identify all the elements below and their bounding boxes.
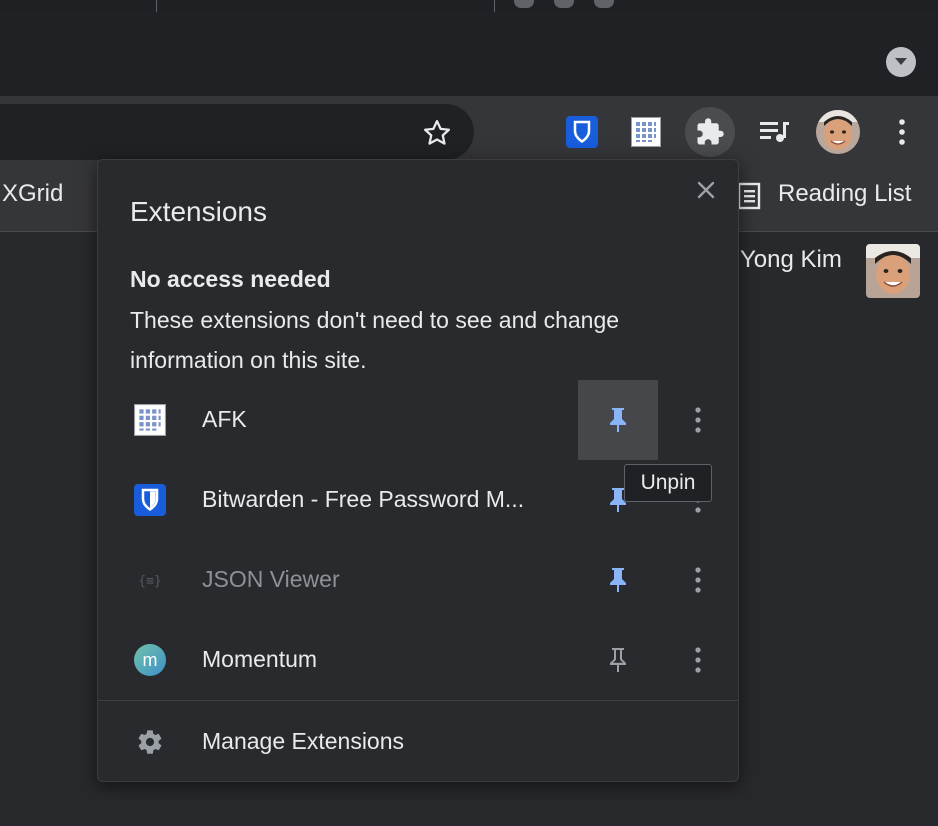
extensions-puzzle-button[interactable] bbox=[685, 107, 735, 157]
afk-toolbar-button[interactable] bbox=[621, 107, 671, 157]
grid-icon bbox=[631, 117, 661, 147]
close-icon bbox=[697, 181, 715, 199]
extension-row-afk[interactable]: AFK bbox=[98, 380, 738, 460]
bitwarden-shield-icon bbox=[134, 484, 166, 516]
media-control-button[interactable] bbox=[749, 107, 799, 157]
puzzle-icon bbox=[697, 118, 724, 145]
tab-search-button[interactable] bbox=[886, 47, 916, 77]
reading-list-button[interactable]: Reading List bbox=[778, 180, 911, 208]
json-braces-icon: {≡} bbox=[134, 564, 166, 596]
chrome-menu-button[interactable] bbox=[877, 107, 927, 157]
avatar bbox=[816, 110, 860, 154]
section-description: These extensions don't need to see and c… bbox=[130, 307, 620, 373]
bookmark-item[interactable]: XGrid bbox=[2, 180, 63, 208]
pin-button[interactable] bbox=[578, 380, 658, 460]
grid-icon bbox=[134, 404, 166, 436]
music-queue-icon bbox=[760, 122, 789, 142]
manage-extensions-label: Manage Extensions bbox=[202, 728, 405, 754]
extension-row-momentum[interactable]: m Momentum bbox=[98, 620, 738, 700]
tab-strip bbox=[0, 0, 938, 12]
section-heading: No access needed bbox=[130, 266, 331, 292]
bookmark-star-button[interactable] bbox=[418, 114, 456, 152]
extension-more-button[interactable] bbox=[678, 400, 718, 440]
extension-name: Momentum bbox=[202, 646, 318, 672]
title-bar bbox=[0, 12, 938, 96]
svg-text:{≡}: {≡} bbox=[138, 574, 161, 589]
window-control[interactable] bbox=[554, 0, 574, 8]
extension-row-json-viewer[interactable]: {≡} JSON Viewer bbox=[98, 540, 738, 620]
chevron-down-icon bbox=[895, 58, 907, 65]
more-vert-icon bbox=[695, 407, 701, 433]
more-vert-icon bbox=[695, 567, 701, 593]
manage-extensions-button[interactable]: Manage Extensions bbox=[98, 702, 738, 780]
extensions-menu-title: Extensions bbox=[130, 196, 267, 227]
page-user-name: Yong Kim bbox=[740, 246, 842, 273]
star-icon bbox=[424, 120, 450, 145]
extension-more-button[interactable] bbox=[678, 640, 718, 680]
tab-separator bbox=[494, 0, 495, 12]
profile-button[interactable] bbox=[813, 107, 863, 157]
more-vert-icon bbox=[695, 647, 701, 673]
divider bbox=[98, 700, 738, 701]
extension-name: AFK bbox=[202, 406, 247, 432]
pin-filled-icon bbox=[610, 408, 626, 432]
close-button[interactable] bbox=[690, 174, 722, 206]
svg-text:m: m bbox=[143, 650, 158, 670]
address-bar[interactable] bbox=[0, 104, 474, 160]
momentum-m-icon: m bbox=[134, 644, 166, 676]
reading-list-icon bbox=[736, 181, 762, 211]
more-vert-icon bbox=[899, 119, 905, 145]
avatar bbox=[866, 244, 920, 298]
pin-button[interactable] bbox=[578, 540, 658, 620]
extension-name: Bitwarden - Free Password M... bbox=[202, 486, 525, 512]
pin-filled-icon bbox=[610, 568, 626, 592]
window-control[interactable] bbox=[594, 0, 614, 8]
pin-button[interactable] bbox=[578, 620, 658, 700]
bitwarden-shield-icon bbox=[566, 116, 598, 148]
gear-icon bbox=[134, 726, 166, 758]
pin-outline-icon bbox=[610, 648, 626, 672]
extension-name: JSON Viewer bbox=[202, 566, 340, 592]
bitwarden-toolbar-button[interactable] bbox=[557, 107, 607, 157]
window-control[interactable] bbox=[514, 0, 534, 8]
unpin-tooltip: Unpin bbox=[624, 464, 712, 502]
extension-more-button[interactable] bbox=[678, 560, 718, 600]
tab-separator bbox=[156, 0, 157, 12]
